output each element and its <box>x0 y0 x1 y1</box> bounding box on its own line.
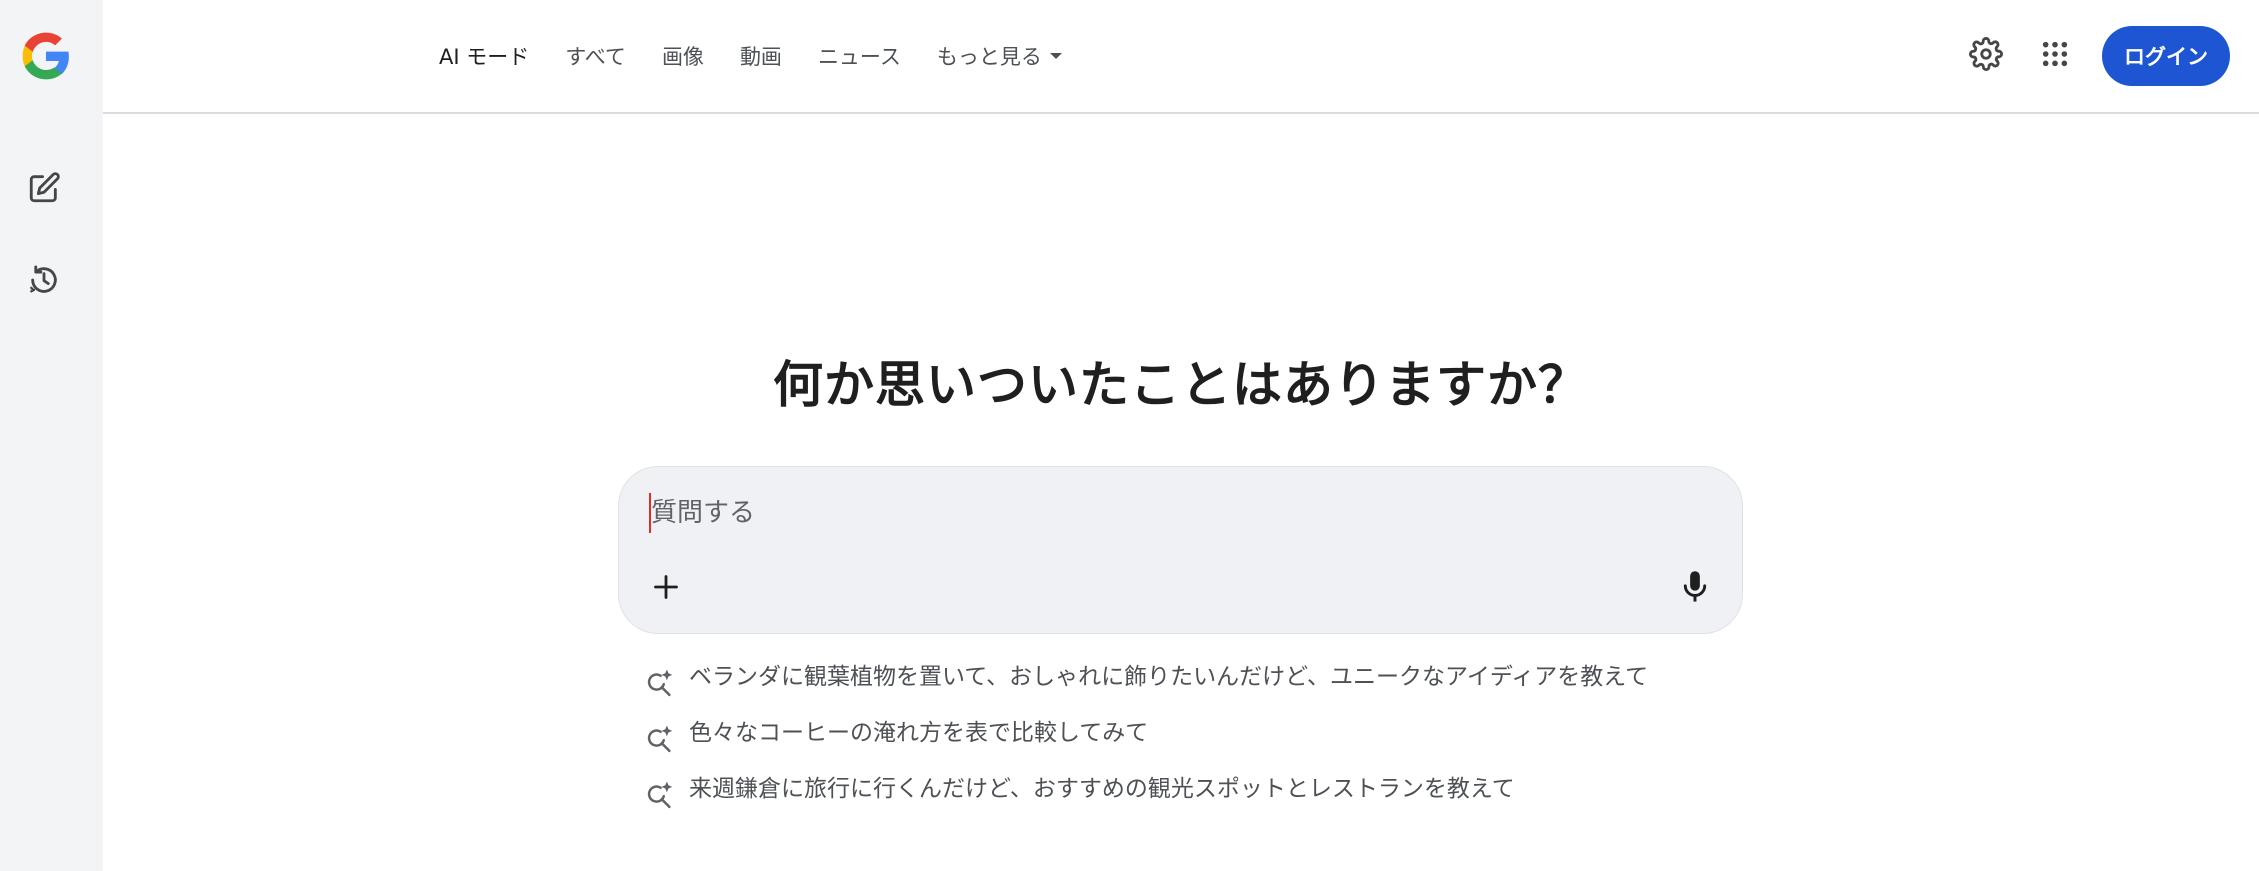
tab-label: ニュース <box>817 45 901 69</box>
tab-images[interactable]: 画像 <box>662 41 704 71</box>
new-chat-button[interactable] <box>22 168 66 212</box>
microphone-icon <box>1680 570 1710 608</box>
suggestion-text: ベランダに観葉植物を置いて、おしゃれに飾りたいんだけど、ユニークなアイディアを教… <box>689 664 1649 690</box>
login-button[interactable]: ログイン <box>2102 26 2230 86</box>
tab-label: 動画 <box>739 45 782 69</box>
history-button[interactable] <box>22 260 66 304</box>
settings-button[interactable] <box>1964 34 2008 78</box>
tab-videos[interactable]: 動画 <box>740 41 782 71</box>
history-icon <box>27 263 61 301</box>
tab-all[interactable]: すべて <box>565 41 626 71</box>
search-mode-tabs: AI モード すべて 画像 動画 ニュース もっと見る <box>439 0 1098 112</box>
query-input[interactable] <box>649 493 1649 533</box>
search-spark-icon <box>645 780 675 810</box>
caret-down-icon <box>1049 53 1062 59</box>
suggestion-text: 色々なコーヒーの淹れ方を表で比較してみて <box>689 720 1149 746</box>
add-attachment-button[interactable] <box>644 567 688 611</box>
suggestion-item[interactable]: 来週鎌倉に旅行に行くんだけど、おすすめの観光スポットとレストランを教えて <box>645 774 1665 810</box>
tab-more[interactable]: もっと見る <box>937 41 1062 71</box>
tab-ai-mode[interactable]: AI モード <box>439 41 529 71</box>
suggestion-text: 来週鎌倉に旅行に行くんだけど、おすすめの観光スポットとレストランを教えて <box>689 776 1515 802</box>
tab-label: 画像 <box>661 45 704 69</box>
page-headline: 何か思いついたことはありますか？ <box>773 356 1589 414</box>
header-tools: ログイン <box>1964 26 2230 86</box>
suggested-prompts: ベランダに観葉植物を置いて、おしゃれに飾りたいんだけど、ユニークなアイディアを教… <box>645 662 1665 830</box>
suggestion-item[interactable]: ベランダに観葉植物を置いて、おしゃれに飾りたいんだけど、ユニークなアイディアを教… <box>645 662 1665 698</box>
plus-icon <box>652 573 680 605</box>
sidebar <box>0 0 103 871</box>
gear-icon <box>1969 37 2003 75</box>
apps-button[interactable] <box>2033 34 2077 78</box>
search-spark-icon <box>645 668 675 698</box>
voice-input-button[interactable] <box>1673 567 1717 611</box>
suggestion-item[interactable]: 色々なコーヒーの淹れ方を表で比較してみて <box>645 718 1665 754</box>
tab-label: もっと見る <box>936 45 1042 69</box>
tab-label: すべて <box>565 45 626 69</box>
google-logo-icon[interactable] <box>18 28 74 84</box>
ai-query-box <box>618 466 1743 634</box>
search-spark-icon <box>645 724 675 754</box>
tab-news[interactable]: ニュース <box>818 41 901 71</box>
apps-grid-icon <box>2041 40 2069 72</box>
tab-label: AI モード <box>439 45 530 69</box>
edit-square-icon <box>27 171 61 209</box>
top-navigation-bar: AI モード すべて 画像 動画 ニュース もっと見る ログイン <box>103 0 2259 114</box>
